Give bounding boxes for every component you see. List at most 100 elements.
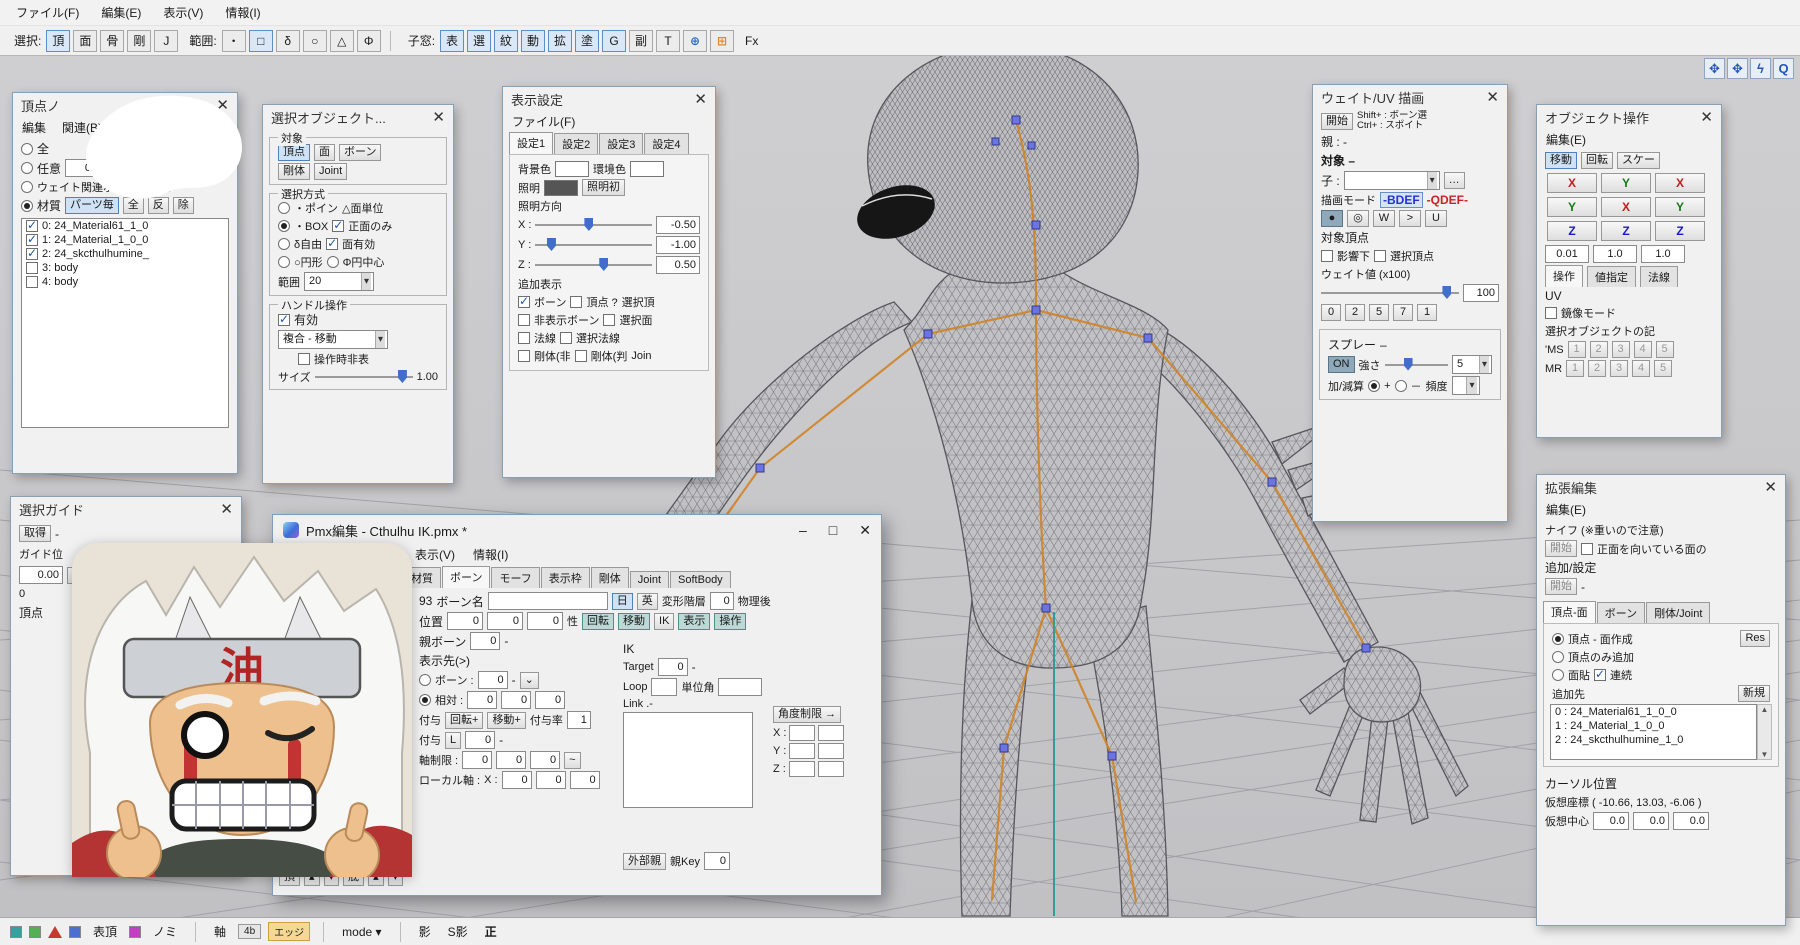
show-selnormal-checkbox[interactable] — [560, 332, 572, 344]
material-item[interactable]: 1: 24_Material_1_0_0 — [22, 233, 228, 247]
mode-dot-button[interactable]: ● — [1321, 210, 1343, 227]
unit-angle-input[interactable] — [718, 678, 762, 696]
face-on-checkbox[interactable] — [326, 238, 338, 250]
show-hidden-bone-checkbox[interactable] — [518, 314, 530, 326]
show-normal-checkbox[interactable] — [518, 332, 530, 344]
scroll-up-icon[interactable]: ▲ — [1761, 705, 1769, 714]
light-y-value[interactable]: -1.00 — [656, 236, 700, 254]
status-edge[interactable]: エッジ — [268, 922, 310, 941]
subwin-motion-button[interactable]: 動 — [521, 30, 545, 52]
mirror-mode-checkbox[interactable] — [1545, 307, 1557, 319]
status-self-shadow[interactable]: S影 — [443, 921, 473, 942]
lightning-icon[interactable]: ϟ — [1750, 58, 1771, 79]
mode-ring-button[interactable]: ◎ — [1347, 210, 1369, 227]
mr-4-button[interactable]: 4 — [1632, 360, 1650, 377]
move-icon[interactable]: ✥ — [1727, 58, 1748, 79]
list-item[interactable]: 2 : 24_skcthulhumine_1_0 — [1551, 733, 1756, 747]
vcenter-z-input[interactable]: 0.0 — [1673, 812, 1709, 830]
close-icon[interactable]: ✕ — [220, 502, 233, 517]
target-bone-button[interactable]: ボーン — [339, 144, 381, 161]
target-face-button[interactable]: 面 — [314, 144, 335, 161]
light-x-slider[interactable] — [535, 218, 652, 232]
env-color-swatch[interactable] — [630, 161, 664, 177]
light-z-value[interactable]: 0.50 — [656, 256, 700, 274]
mr-1-button[interactable]: 1 — [1566, 360, 1584, 377]
tab-morph[interactable]: モーフ — [491, 567, 539, 588]
range-phi-button[interactable]: Φ — [357, 30, 381, 52]
create-face-radio[interactable] — [1552, 633, 1564, 645]
attr-display-button[interactable]: 表示 — [678, 613, 710, 630]
range-circle-button[interactable]: ○ — [303, 30, 327, 52]
angle-x-max-input[interactable] — [818, 725, 844, 741]
status-triangle-icon[interactable] — [48, 926, 62, 938]
radio-material[interactable] — [21, 200, 33, 212]
grant-l-button[interactable]: L — [445, 732, 461, 749]
weight-start-button[interactable]: 開始 — [1321, 113, 1353, 130]
mr-2-button[interactable]: 2 — [1588, 360, 1606, 377]
child-pick-button[interactable]: … — [1444, 172, 1465, 189]
handle-mode-combo[interactable]: 複合 - 移動 — [278, 330, 388, 349]
preset-7-button[interactable]: 7 — [1393, 304, 1413, 321]
preset-0-button[interactable]: 0 — [1321, 304, 1341, 321]
subwin-select-button[interactable]: 選 — [467, 30, 491, 52]
ms-3-button[interactable]: 3 — [1612, 341, 1630, 358]
axis-z-button[interactable]: Z — [1655, 221, 1705, 241]
select-joint-button[interactable]: J — [154, 30, 178, 52]
dest-offset-radio[interactable] — [419, 694, 431, 706]
parent-bone-input[interactable]: 0 — [470, 632, 500, 650]
tab-vertex-face[interactable]: 頂点-面 — [1543, 601, 1596, 623]
status-nomi[interactable]: ノミ — [148, 921, 182, 942]
subwin-table-button[interactable]: 表 — [440, 30, 464, 52]
tab-rigid[interactable]: 剛体 — [591, 567, 629, 588]
tab-bone[interactable]: ボーン — [442, 566, 490, 588]
attr-move-button[interactable]: 移動 — [618, 613, 650, 630]
en-button[interactable]: 英 — [637, 593, 658, 610]
tab-move[interactable]: 移動 — [1545, 152, 1577, 169]
view-grid-icon[interactable]: ⊞ — [710, 30, 734, 52]
menu-info[interactable]: 情報(I) — [215, 2, 270, 23]
zoom-icon[interactable]: Q — [1773, 58, 1794, 79]
material-checkbox[interactable] — [26, 276, 38, 288]
get-button[interactable]: 取得 — [19, 525, 51, 542]
material-checkbox[interactable] — [26, 248, 38, 260]
ext-parent-button[interactable]: 外部親 — [623, 853, 666, 870]
grant-l-input[interactable]: 0 — [465, 731, 495, 749]
vertex-menu-edit[interactable]: 編集 — [22, 119, 46, 136]
ik-loop-input[interactable] — [651, 678, 677, 696]
pos-y-input[interactable]: 0 — [487, 612, 523, 630]
preset-1-button[interactable]: 1 — [1417, 304, 1437, 321]
status-mode[interactable]: mode ▾ — [337, 923, 386, 941]
hide-on-op-checkbox[interactable] — [298, 353, 310, 365]
bdef-mode-button[interactable]: -BDEF — [1380, 192, 1423, 208]
child-bone-combo[interactable] — [1344, 171, 1440, 190]
mode-w-button[interactable]: W — [1373, 210, 1395, 227]
add-radio[interactable] — [1368, 380, 1380, 392]
add-vertex-radio[interactable] — [1552, 651, 1564, 663]
radio-circle[interactable] — [278, 256, 290, 268]
angle-z-max-input[interactable] — [818, 761, 844, 777]
tab-rigid-joint[interactable]: 剛体/Joint — [1646, 602, 1710, 623]
show-selface-checkbox[interactable] — [603, 314, 615, 326]
grant-rotate-button[interactable]: 回転+ — [445, 712, 483, 729]
continuous-checkbox[interactable] — [1594, 669, 1606, 681]
pmx-titlebar[interactable]: Pmx編集 - Cthulhu IK.pmx * – □ ✕ — [273, 515, 881, 545]
show-vertex-checkbox[interactable] — [570, 296, 582, 308]
tab-rotate[interactable]: 回転 — [1581, 152, 1613, 169]
attr-operate-button[interactable]: 操作 — [714, 613, 746, 630]
close-icon[interactable]: ✕ — [1486, 90, 1499, 105]
angle-y-min-input[interactable] — [789, 743, 815, 759]
tab-settings2[interactable]: 設定2 — [554, 133, 598, 154]
material-checkbox[interactable] — [26, 234, 38, 246]
handle-enable-checkbox[interactable] — [278, 314, 290, 326]
list-item[interactable]: 0 : 24_Material61_1_0_0 — [1551, 705, 1756, 719]
material-checkbox[interactable] — [26, 220, 38, 232]
mr-3-button[interactable]: 3 — [1610, 360, 1628, 377]
pos-z-input[interactable]: 0 — [527, 612, 563, 630]
mode-gt-button[interactable]: > — [1399, 210, 1421, 227]
object-op-menu-edit[interactable]: 編集(E) — [1546, 131, 1586, 148]
axis-y-button[interactable]: Y — [1601, 173, 1651, 193]
weight-value-input[interactable]: 100 — [1463, 284, 1499, 302]
sub-radio[interactable] — [1395, 380, 1407, 392]
light-y-slider[interactable] — [535, 238, 652, 252]
close-icon[interactable]: ✕ — [859, 522, 871, 539]
